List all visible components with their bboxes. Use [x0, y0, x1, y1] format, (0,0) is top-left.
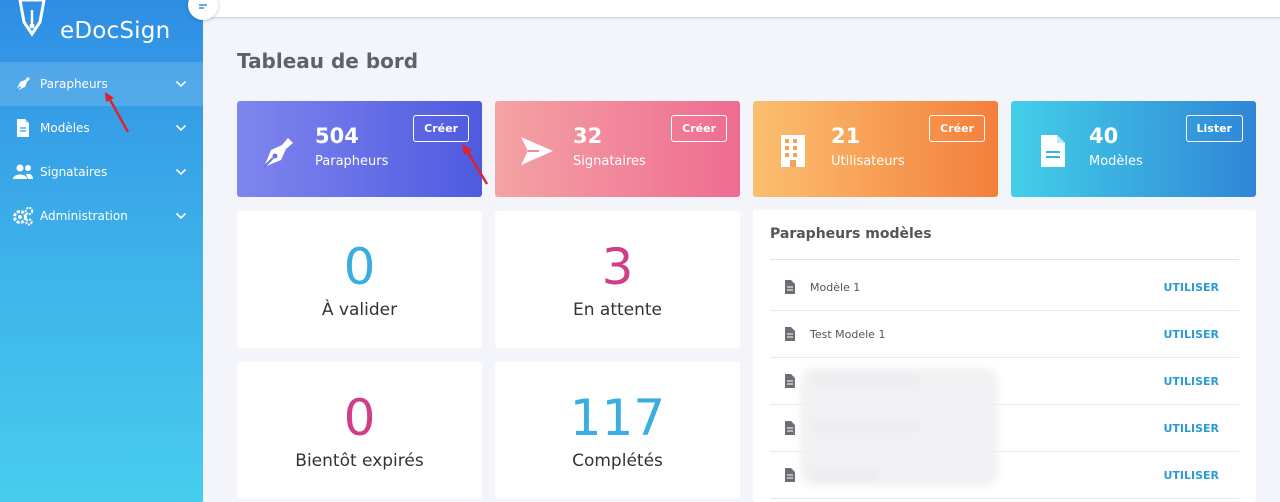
template-row: Test Modele 1 UTILISER [770, 311, 1239, 358]
sidebar-item-label: Parapheurs [40, 77, 108, 91]
create-signataire-button[interactable]: Créer [671, 115, 727, 142]
use-template-button[interactable]: UTILISER [1163, 328, 1219, 341]
count-value: 117 [569, 389, 666, 447]
brand[interactable]: eDocSign [0, 0, 203, 62]
create-parapheur-button[interactable]: Créer [413, 115, 469, 142]
sidebar-item-signataires[interactable]: Signataires [0, 150, 203, 194]
stat-label: Modèles [1089, 154, 1143, 169]
sidebar-item-label: Signataires [40, 165, 108, 179]
stat-value: 504 [315, 124, 359, 148]
use-template-button[interactable]: UTILISER [1163, 375, 1219, 388]
count-label: Complétés [572, 451, 663, 471]
file-icon [785, 468, 795, 482]
count-label: À valider [321, 300, 398, 320]
use-template-button[interactable]: UTILISER [1163, 281, 1219, 294]
count-completes[interactable]: 117 Complétés [495, 362, 740, 499]
stat-label: Utilisateurs [831, 154, 905, 169]
sidebar-item-label: Administration [40, 209, 128, 223]
stat-card-parapheurs: 504 Parapheurs Créer [237, 101, 482, 197]
stat-value: 40 [1089, 124, 1119, 148]
count-a-valider[interactable]: 0 À valider [237, 211, 482, 348]
pen-nib-icon [12, 73, 34, 95]
file-icon [785, 374, 795, 388]
sidebar-item-label: Modèles [40, 121, 90, 135]
count-label: Bientôt expirés [295, 451, 424, 471]
file-icon [785, 421, 795, 435]
stat-value: 32 [573, 124, 603, 148]
file-icon [1041, 135, 1065, 167]
panel-title: Parapheurs modèles [770, 226, 932, 242]
use-template-button[interactable]: UTILISER [1163, 422, 1219, 435]
template-row: Modèle 1 UTILISER [770, 264, 1239, 311]
users-icon [12, 161, 34, 183]
brand-name: eDocSign [60, 18, 171, 44]
chevron-down-icon [175, 124, 187, 132]
count-bientot-expires[interactable]: 0 Bientôt expirés [237, 362, 482, 499]
count-label: En attente [572, 300, 663, 320]
cogs-icon [12, 205, 34, 227]
chevron-down-icon [175, 212, 187, 220]
paper-plane-icon [521, 137, 553, 165]
stat-card-utilisateurs: 21 Utilisateurs Créer [753, 101, 998, 197]
menu-lines-icon [199, 4, 207, 9]
file-icon [785, 327, 795, 341]
use-template-button[interactable]: UTILISER [1163, 469, 1219, 482]
count-value: 3 [601, 238, 634, 296]
stat-card-modeles: 40 Modèles Lister [1011, 101, 1256, 197]
sidebar: eDocSign Parapheurs Modèles Signataires … [0, 0, 203, 502]
chevron-down-icon [175, 168, 187, 176]
sidebar-item-parapheurs[interactable]: Parapheurs [0, 62, 203, 106]
pen-nib-icon [263, 138, 293, 168]
file-icon [12, 117, 34, 139]
template-name: Modèle 1 [810, 280, 861, 294]
file-icon [785, 280, 795, 294]
redaction-blur [800, 368, 998, 486]
top-bar [203, 0, 1280, 18]
stat-value: 21 [831, 124, 861, 148]
count-value: 0 [343, 389, 376, 447]
count-en-attente[interactable]: 3 En attente [495, 211, 740, 348]
stat-label: Parapheurs [315, 154, 389, 169]
page-title: Tableau de bord [237, 49, 419, 73]
building-icon [781, 135, 805, 167]
chevron-down-icon [175, 80, 187, 88]
stat-label: Signataires [573, 154, 646, 169]
template-name: Test Modele 1 [810, 327, 886, 341]
sidebar-item-modeles[interactable]: Modèles [0, 106, 203, 150]
sidebar-item-administration[interactable]: Administration [0, 194, 203, 238]
count-value: 0 [343, 238, 376, 296]
create-utilisateur-button[interactable]: Créer [929, 115, 985, 142]
list-modeles-button[interactable]: Lister [1185, 115, 1243, 142]
pen-nib-logo-icon [18, 0, 46, 37]
divider [770, 259, 1239, 260]
stat-card-signataires: 32 Signataires Créer [495, 101, 740, 197]
